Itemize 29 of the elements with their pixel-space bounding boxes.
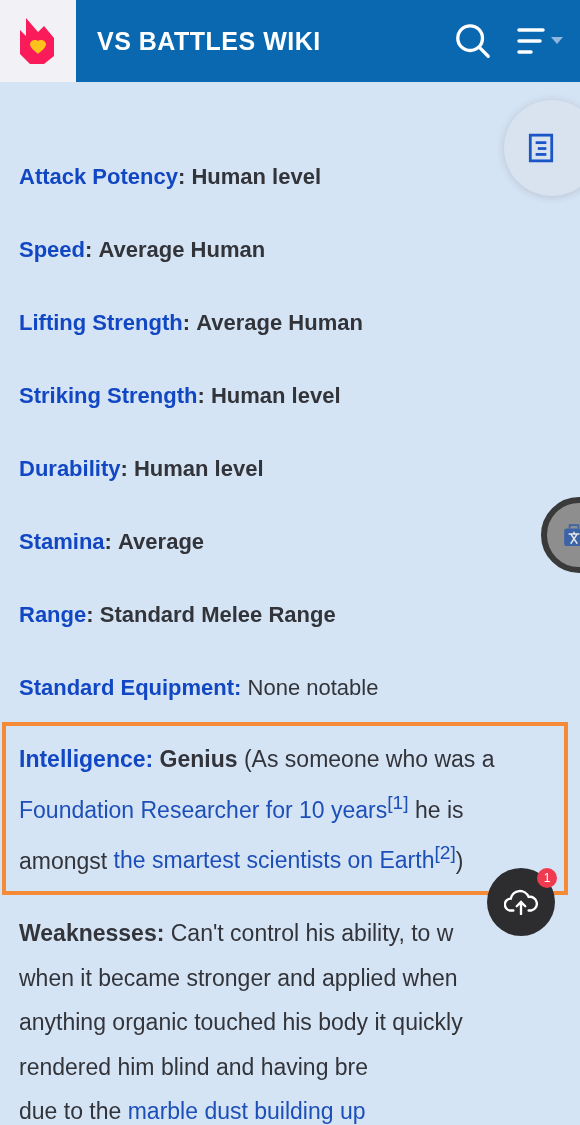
stat-line: Durability: Human level — [19, 455, 265, 483]
table-of-contents-button[interactable] — [504, 100, 580, 196]
stat-link[interactable]: Lifting Strength — [19, 310, 183, 335]
intelligence-link[interactable]: Intelligence: — [19, 746, 154, 772]
upload-button[interactable]: 1 — [487, 868, 555, 936]
weaknesses-text: Weaknesses: Can't control his ability, to w when it became stronger and applied when anything organic touched his body it quickly rendered him blind and having bre due to the marble dust building up — [19, 919, 463, 1125]
stat-line: Lifting Strength: Average Human — [19, 309, 364, 337]
menu-icon[interactable] — [516, 26, 566, 56]
stat-link[interactable]: Striking Strength — [19, 383, 198, 408]
site-title[interactable]: VS BATTLES WIKI — [97, 26, 454, 56]
stat-line: Standard Equipment: None notable — [19, 674, 380, 702]
stat-link[interactable]: Speed — [19, 237, 86, 262]
notification-badge: 1 — [537, 868, 557, 888]
text-link[interactable]: the smartest scientists on Earth$^{[2]}$ — [113, 847, 456, 874]
stat-line: Striking Strength: Human level — [19, 382, 342, 410]
stat-link[interactable]: Durability — [19, 456, 121, 481]
text-link[interactable]: Foundation Researcher for 10 years$^{[1]}$ — [19, 796, 409, 823]
stat-link[interactable]: Standard Equipment: — [19, 675, 242, 700]
translate-icon — [563, 523, 580, 547]
cloud-upload-icon — [504, 888, 538, 916]
stat-link[interactable]: Attack Potency — [19, 164, 178, 189]
stat-link[interactable]: Range — [19, 602, 87, 627]
stat-line: Speed: Average Human — [19, 236, 267, 264]
search-icon[interactable] — [454, 22, 492, 60]
list-document-icon — [528, 133, 554, 163]
stat-line: Range: Standard Melee Range — [19, 601, 337, 629]
stat-link[interactable]: Stamina — [19, 529, 105, 554]
text-link[interactable]: marble dust building up — [127, 1098, 366, 1125]
logo-tile[interactable] — [0, 0, 76, 82]
